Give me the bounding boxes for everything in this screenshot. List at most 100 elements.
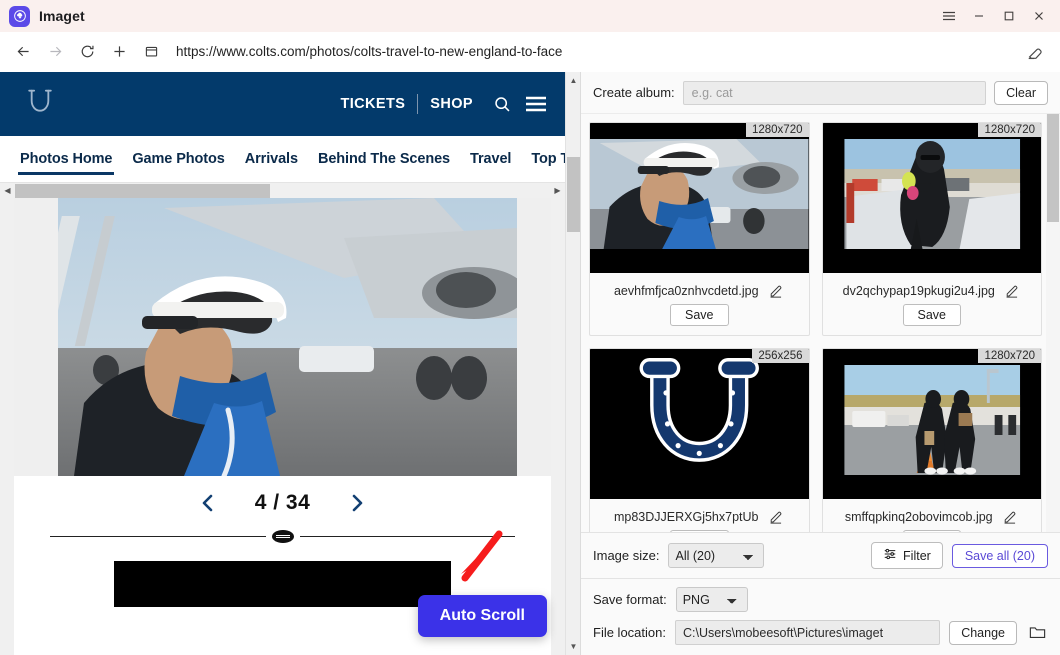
- save-button[interactable]: Save: [902, 530, 961, 532]
- reload-icon[interactable]: [72, 37, 102, 67]
- dimension-badge: 1280x720: [978, 349, 1041, 363]
- browser-toolbar: [0, 32, 1060, 72]
- image-card[interactable]: 1280x720 smffqpkinq2obovimcob.jpg: [821, 348, 1042, 532]
- site-nav-tabs: Photos Home Game Photos Arrivals Behind …: [0, 136, 565, 182]
- file-location-row: File location: Change: [593, 620, 1048, 645]
- card-thumbnail[interactable]: 256x256: [590, 349, 809, 499]
- pencil-icon[interactable]: [1001, 508, 1019, 526]
- address-bar[interactable]: [176, 38, 1012, 65]
- nav-tab-label: Photos Home: [20, 151, 113, 167]
- hero-photo[interactable]: [14, 198, 551, 476]
- imaget-app-window: Imaget https://www.colts.com/photos/colt…: [0, 0, 1060, 655]
- scroll-up-icon[interactable]: ▲: [566, 72, 581, 89]
- maximize-icon[interactable]: [994, 1, 1024, 31]
- change-location-button[interactable]: Change: [949, 620, 1017, 645]
- save-button[interactable]: Save: [670, 304, 729, 326]
- card-meta: aevhfmfjca0znhvcdetd.jpg: [590, 273, 809, 304]
- card-meta: dv2qchypap19pkugi2u4.jpg: [823, 273, 1042, 304]
- main-body: TICKETS SHOP Photos Home Game Photos Arr…: [0, 72, 1060, 655]
- eraser-icon[interactable]: [1020, 37, 1050, 67]
- save-button[interactable]: Save: [670, 530, 729, 532]
- hero-letterbox-right: [517, 198, 551, 476]
- nav-tab-label: Travel: [470, 151, 512, 167]
- save-all-button[interactable]: Save all (20): [951, 543, 1048, 568]
- colts-horseshoe-logo[interactable]: [20, 84, 60, 124]
- create-album-row: Create album: Clear: [581, 72, 1060, 114]
- scrollbar-track[interactable]: [15, 183, 550, 199]
- image-card[interactable]: 256x256 mp83DJJERXGj5hx7ptUb: [589, 348, 810, 532]
- divider-line-left: [50, 536, 266, 537]
- window-controls: [934, 1, 1054, 31]
- card-thumbnail[interactable]: 1280x720: [822, 123, 1041, 273]
- chevron-left-icon[interactable]: [191, 486, 225, 520]
- nav-tab-label: Arrivals: [244, 151, 298, 167]
- app-title: Imaget: [39, 8, 85, 24]
- filter-label: Filter: [903, 548, 931, 563]
- forward-arrow-icon[interactable]: [40, 37, 70, 67]
- header-link-tickets[interactable]: TICKETS: [328, 96, 417, 112]
- pencil-icon[interactable]: [767, 282, 785, 300]
- image-card[interactable]: 1280x720 dv2qchypap19pkugi2u4.jpg Save: [821, 122, 1042, 336]
- scroll-right-icon[interactable]: ▶: [550, 186, 565, 195]
- nav-tab-game-photos[interactable]: Game Photos: [122, 136, 234, 182]
- grid-vertical-scrollbar[interactable]: [1046, 114, 1060, 532]
- gallery-counter: 4 / 34: [254, 491, 311, 514]
- chevron-right-icon[interactable]: [340, 486, 374, 520]
- card-thumbnail[interactable]: 1280x720: [822, 349, 1041, 499]
- folder-icon[interactable]: [1026, 622, 1048, 644]
- save-button[interactable]: Save: [902, 304, 961, 326]
- hamburger-menu-icon[interactable]: [934, 1, 964, 31]
- minimize-icon[interactable]: [964, 1, 994, 31]
- create-album-input[interactable]: [682, 80, 987, 105]
- card-thumbnail[interactable]: 1280x720: [590, 123, 809, 273]
- browser-viewport: TICKETS SHOP Photos Home Game Photos Arr…: [0, 72, 580, 655]
- hamburger-menu-icon[interactable]: [519, 87, 553, 121]
- save-settings: Save format: PNG File location: Change: [581, 578, 1060, 655]
- nav-tab-label: Behind The Scenes: [317, 151, 451, 167]
- page-vertical-scrollbar[interactable]: ▲ ▼: [565, 72, 580, 655]
- save-format-select[interactable]: PNG: [675, 587, 748, 612]
- nav-tab-behind-the-scenes[interactable]: Behind The Scenes: [308, 136, 460, 182]
- plus-icon[interactable]: [104, 37, 134, 67]
- pencil-icon[interactable]: [1003, 282, 1021, 300]
- tabs-icon[interactable]: [136, 37, 166, 67]
- card-actions: Save: [590, 304, 809, 335]
- file-location-label: File location:: [593, 625, 666, 640]
- image-size-select[interactable]: All (20): [668, 543, 765, 568]
- back-arrow-icon[interactable]: [8, 37, 38, 67]
- image-card[interactable]: 1280x720 aevhfmfjca0znhvcdetd.jpg Save: [589, 122, 810, 336]
- clear-button[interactable]: Clear: [994, 80, 1048, 105]
- scrollbar-thumb[interactable]: [1047, 114, 1059, 222]
- imaget-side-panel: Create album: Clear: [580, 72, 1060, 655]
- create-album-label: Create album:: [593, 85, 675, 100]
- nav-tab-label: Top Ten: [531, 151, 565, 167]
- close-icon[interactable]: [1024, 1, 1054, 31]
- header-link-shop[interactable]: SHOP: [418, 96, 485, 112]
- nav-tab-photos-home[interactable]: Photos Home: [10, 136, 122, 182]
- image-grid-container: 1280x720 aevhfmfjca0znhvcdetd.jpg Save 1…: [581, 114, 1060, 532]
- scroll-down-icon[interactable]: ▼: [566, 638, 581, 655]
- card-actions: Save: [823, 304, 1042, 335]
- nav-tab-arrivals[interactable]: Arrivals: [235, 136, 308, 182]
- nav-tab-travel[interactable]: Travel: [460, 136, 521, 182]
- pencil-icon[interactable]: [767, 508, 785, 526]
- file-location-input[interactable]: [674, 620, 941, 645]
- scroll-left-icon[interactable]: ◀: [0, 186, 15, 195]
- auto-scroll-button[interactable]: Auto Scroll: [417, 595, 547, 637]
- card-actions: Save: [590, 530, 809, 532]
- scrollbar-thumb[interactable]: [567, 157, 580, 232]
- url-input[interactable]: [176, 44, 1012, 59]
- control-bar: Image size: All (20) Filter Save all (20…: [581, 532, 1060, 578]
- gallery-divider: [14, 530, 551, 543]
- next-photo-preview[interactable]: [114, 561, 451, 607]
- search-icon[interactable]: [485, 87, 519, 121]
- card-actions: Save: [823, 530, 1042, 532]
- imaget-cloud-logo: [9, 5, 30, 27]
- site-header-actions: TICKETS SHOP: [328, 87, 553, 121]
- scrollbar-thumb[interactable]: [15, 183, 270, 198]
- horizontal-scrollbar[interactable]: ◀ ▶: [0, 182, 565, 198]
- save-format-row: Save format: PNG: [593, 587, 1048, 612]
- nav-tab-top-ten[interactable]: Top Ten: [521, 136, 565, 182]
- photo-viewer-card: 4 / 34: [14, 198, 551, 655]
- filter-button[interactable]: Filter: [871, 542, 943, 569]
